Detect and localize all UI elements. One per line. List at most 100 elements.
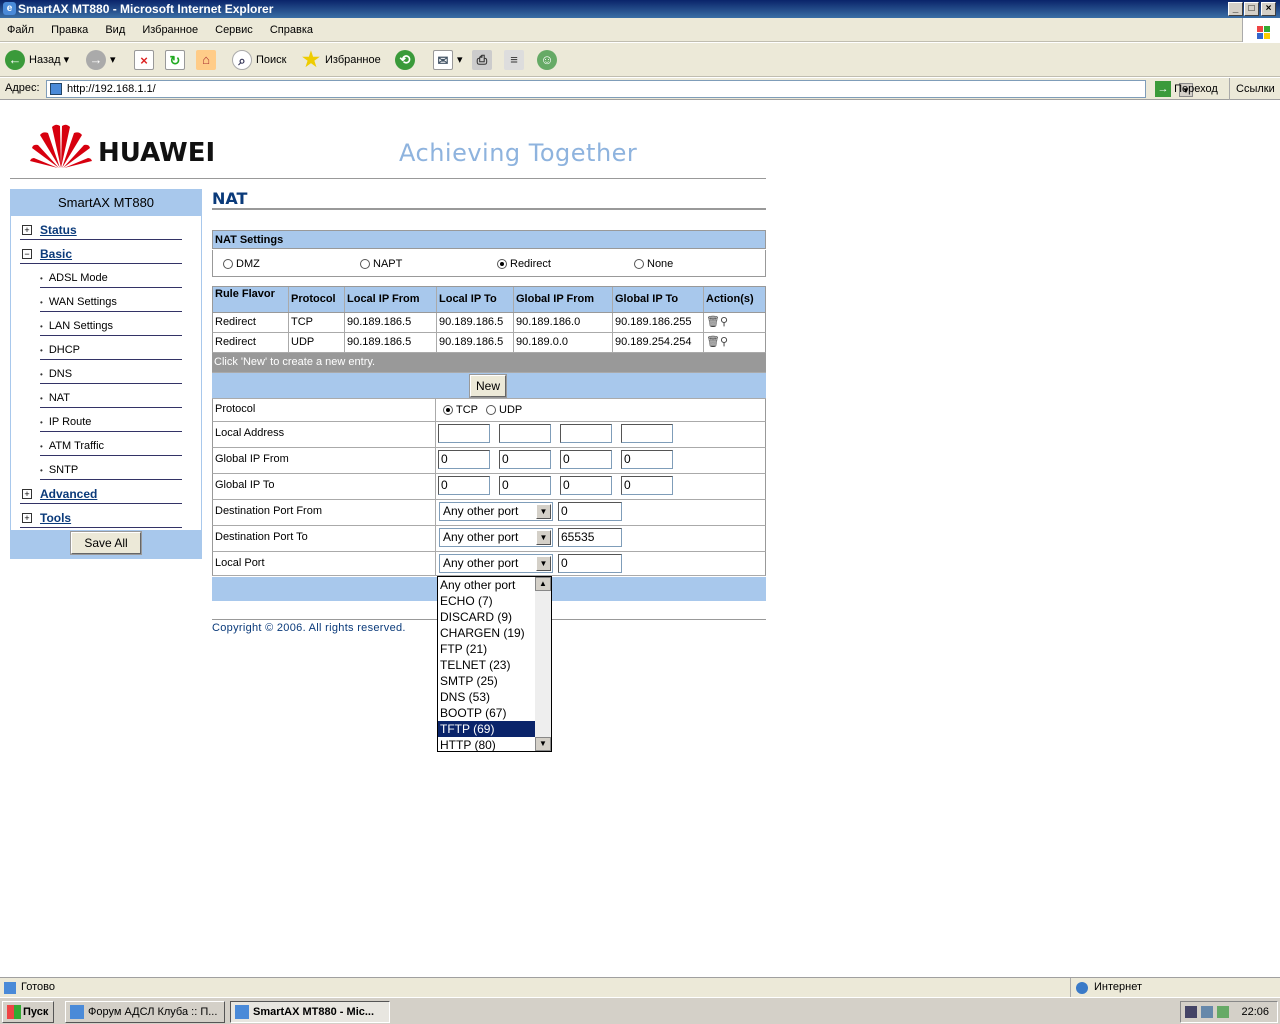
dropdown-option[interactable]: Any other port <box>438 577 535 593</box>
shield-icon[interactable] <box>1217 1006 1229 1018</box>
global-ip-from-octet-4[interactable]: 0 <box>621 450 673 469</box>
radio-checked-icon[interactable] <box>497 259 507 270</box>
dropdown-option-highlighted[interactable]: TFTP (69) <box>438 721 535 737</box>
expand-icon[interactable]: + <box>22 489 32 499</box>
dest-port-from-select[interactable]: Any other port ▼ <box>439 502 553 521</box>
dropdown-option[interactable]: ECHO (7) <box>438 593 535 609</box>
view-icon[interactable]: ⚲ <box>720 316 728 328</box>
sidebar-item-ip-route[interactable]: IP Route <box>40 412 182 432</box>
chevron-down-icon[interactable]: ▼ <box>536 530 551 545</box>
favorites-button[interactable]: ★ Избранное <box>301 49 381 71</box>
mode-redirect[interactable]: Redirect <box>497 258 551 270</box>
radio-icon[interactable] <box>486 405 496 416</box>
task-forum[interactable]: Форум АДСЛ Клуба :: П... <box>65 1001 225 1023</box>
delete-icon[interactable]: 🗑 <box>706 336 720 348</box>
close-button[interactable]: × <box>1261 2 1276 16</box>
mode-napt[interactable]: NAPT <box>360 258 402 270</box>
chevron-down-icon[interactable]: ▼ <box>536 556 551 571</box>
dropdown-scrollbar[interactable]: ▲ ▼ <box>535 577 551 751</box>
dropdown-option[interactable]: BOOTP (67) <box>438 705 535 721</box>
dest-port-to-input[interactable]: 65535 <box>558 528 622 547</box>
chevron-down-icon[interactable]: ▼ <box>536 504 551 519</box>
menu-tools[interactable]: Сервис <box>208 18 260 42</box>
task-smartax[interactable]: SmartAX MT880 - Mic... <box>230 1001 390 1023</box>
delete-icon[interactable]: 🗑 <box>706 316 720 328</box>
mail-button[interactable]: ✉ ▾ <box>433 49 463 71</box>
view-icon[interactable]: ⚲ <box>720 336 728 348</box>
history-button[interactable]: ⟲ <box>395 49 419 71</box>
global-ip-to-octet-3[interactable]: 0 <box>560 476 612 495</box>
search-button[interactable]: ⌕ Поиск <box>232 49 286 71</box>
dropdown-option[interactable]: TELNET (23) <box>438 657 535 673</box>
start-button[interactable]: Пуск <box>2 1001 54 1023</box>
collapse-icon[interactable]: − <box>22 249 32 259</box>
dropdown-option[interactable]: CHARGEN (19) <box>438 625 535 641</box>
links-button[interactable]: Ссылки <box>1229 78 1275 100</box>
edit-button[interactable]: ≡ <box>504 49 528 71</box>
expand-icon[interactable]: + <box>22 513 32 523</box>
local-port-select[interactable]: Any other port ▼ <box>439 554 553 573</box>
new-button[interactable]: New <box>469 374 507 398</box>
expand-icon[interactable]: + <box>22 225 32 235</box>
protocol-udp[interactable]: UDP <box>486 404 522 416</box>
messenger-button[interactable]: ☺ <box>537 49 561 71</box>
sidebar-item-wan-settings[interactable]: WAN Settings <box>40 292 182 312</box>
dropdown-option[interactable]: HTTP (80) <box>438 737 535 753</box>
back-button[interactable]: ← Назад ▾ <box>5 49 69 71</box>
menu-help[interactable]: Справка <box>263 18 320 42</box>
port-dropdown-list[interactable]: Any other port ECHO (7) DISCARD (9) CHAR… <box>437 576 552 752</box>
global-ip-to-octet-1[interactable]: 0 <box>438 476 490 495</box>
dropdown-option[interactable]: SMTP (25) <box>438 673 535 689</box>
sidebar-item-status[interactable]: + Status <box>20 220 182 240</box>
home-button[interactable]: ⌂ <box>196 49 220 71</box>
sidebar-item-adsl-mode[interactable]: ADSL Mode <box>40 268 182 288</box>
dropdown-option[interactable]: DNS (53) <box>438 689 535 705</box>
global-ip-from-octet-3[interactable]: 0 <box>560 450 612 469</box>
menu-edit[interactable]: Правка <box>44 18 95 42</box>
local-address-octet-4[interactable] <box>621 424 673 443</box>
mode-none[interactable]: None <box>634 258 673 270</box>
sidebar-item-advanced[interactable]: + Advanced <box>20 484 182 504</box>
global-ip-to-octet-4[interactable]: 0 <box>621 476 673 495</box>
address-input[interactable]: http://192.168.1.1/ ▼ <box>46 80 1193 98</box>
global-ip-to-octet-2[interactable]: 0 <box>499 476 551 495</box>
go-button[interactable]: → Переход <box>1155 80 1218 98</box>
radio-checked-icon[interactable] <box>443 405 453 416</box>
volume-icon[interactable] <box>1201 1006 1213 1018</box>
scroll-down-icon[interactable]: ▼ <box>535 737 551 751</box>
local-address-octet-1[interactable] <box>438 424 490 443</box>
stop-button[interactable]: × <box>134 49 158 71</box>
dest-port-to-select[interactable]: Any other port ▼ <box>439 528 553 547</box>
print-button[interactable]: ⎙ <box>472 49 496 71</box>
minimize-button[interactable]: _ <box>1228 2 1243 16</box>
sidebar-item-dns[interactable]: DNS <box>40 364 182 384</box>
dropdown-option[interactable]: DISCARD (9) <box>438 609 535 625</box>
menu-view[interactable]: Вид <box>98 18 132 42</box>
radio-icon[interactable] <box>223 259 233 270</box>
sidebar-item-sntp[interactable]: SNTP <box>40 460 182 480</box>
sidebar-item-basic[interactable]: − Basic <box>20 244 182 264</box>
dest-port-from-input[interactable]: 0 <box>558 502 622 521</box>
local-address-octet-3[interactable] <box>560 424 612 443</box>
sidebar-item-tools[interactable]: + Tools <box>20 508 182 528</box>
sidebar-item-lan-settings[interactable]: LAN Settings <box>40 316 182 336</box>
maximize-button[interactable]: □ <box>1244 2 1259 16</box>
global-ip-from-octet-2[interactable]: 0 <box>499 450 551 469</box>
radio-icon[interactable] <box>634 259 644 270</box>
refresh-button[interactable]: ↻ <box>165 49 189 71</box>
save-all-button[interactable]: Save All <box>70 531 142 555</box>
sidebar-item-nat[interactable]: NAT <box>40 388 182 408</box>
radio-icon[interactable] <box>360 259 370 270</box>
protocol-tcp[interactable]: TCP <box>443 404 478 416</box>
sidebar-item-dhcp[interactable]: DHCP <box>40 340 182 360</box>
forward-button[interactable]: → ▾ <box>86 49 116 71</box>
local-address-octet-2[interactable] <box>499 424 551 443</box>
mode-dmz[interactable]: DMZ <box>223 258 260 270</box>
scroll-up-icon[interactable]: ▲ <box>535 577 551 591</box>
sidebar-item-atm-traffic[interactable]: ATM Traffic <box>40 436 182 456</box>
menu-favorites[interactable]: Избранное <box>135 18 205 42</box>
global-ip-from-octet-1[interactable]: 0 <box>438 450 490 469</box>
network-icon[interactable] <box>1185 1006 1197 1018</box>
dropdown-option[interactable]: FTP (21) <box>438 641 535 657</box>
local-port-input[interactable]: 0 <box>558 554 622 573</box>
